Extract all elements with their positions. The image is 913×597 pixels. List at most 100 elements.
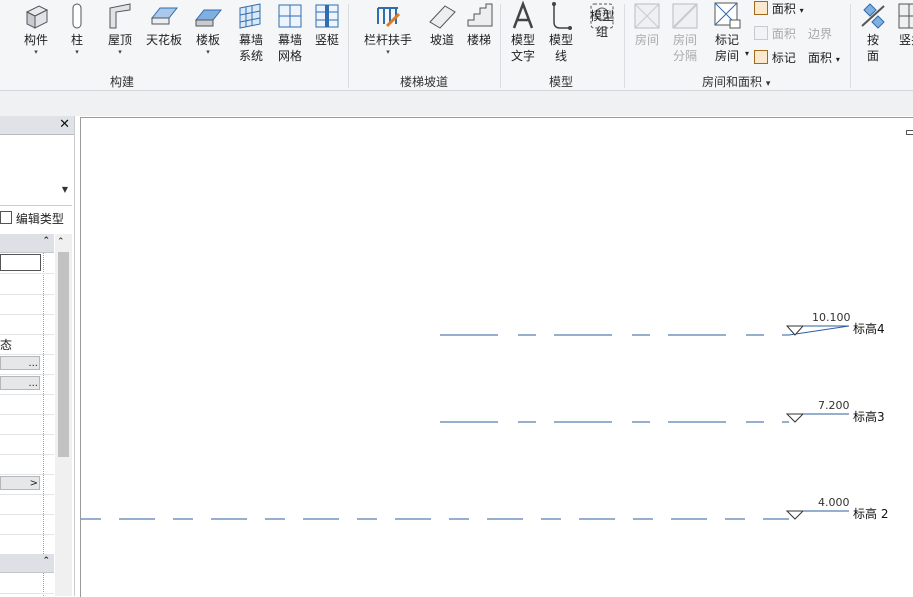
collapse-icon[interactable]: ⌃ bbox=[42, 236, 50, 246]
ceiling-label: 天花板 bbox=[145, 33, 182, 47]
property-input[interactable] bbox=[0, 254, 41, 271]
component-button[interactable]: 构件 ▾ bbox=[16, 0, 56, 56]
roof-label: 屋顶 bbox=[107, 33, 132, 47]
area-tag-button[interactable]: 面积 ▾ bbox=[808, 50, 840, 68]
group-build-label: 构建 bbox=[110, 75, 135, 89]
railing-label: 栏杆扶手 bbox=[363, 33, 412, 47]
area-disabled-button[interactable]: 面积 bbox=[754, 26, 796, 42]
property-row[interactable]: ... bbox=[0, 374, 54, 395]
curtain-grid-button[interactable]: 幕墙 网格 bbox=[272, 0, 308, 64]
level-name[interactable]: 标高4 bbox=[853, 320, 885, 337]
level-line-3[interactable] bbox=[440, 413, 849, 423]
properties-title-bar[interactable]: ✕ bbox=[0, 116, 74, 135]
floor-button[interactable]: 楼板 ▾ bbox=[190, 0, 226, 56]
roof-button[interactable]: 屋顶 ▾ bbox=[102, 0, 138, 56]
properties-scrollbar[interactable]: ⌃ bbox=[55, 234, 72, 596]
edit-type-button[interactable]: 编辑类型 bbox=[0, 210, 64, 227]
shaft-button[interactable]: 竖井 bbox=[896, 0, 913, 48]
column-button[interactable]: 柱 ▾ bbox=[62, 0, 92, 56]
by-face-label2: 面 bbox=[866, 49, 879, 63]
chevron-down-icon: ▾ bbox=[835, 55, 840, 64]
curtain-system-label2: 系统 bbox=[238, 49, 263, 63]
collapse-icon[interactable]: ⌃ bbox=[42, 556, 50, 566]
property-row[interactable] bbox=[0, 394, 54, 415]
properties-section-header[interactable]: ⌃ bbox=[0, 234, 54, 253]
property-row[interactable] bbox=[0, 534, 54, 555]
view-control-mark[interactable] bbox=[906, 130, 913, 135]
level-name[interactable]: 标高3 bbox=[853, 408, 885, 425]
ramp-label: 坡道 bbox=[429, 33, 454, 47]
railing-button[interactable]: 栏杆扶手 ▾ bbox=[360, 0, 416, 56]
property-edit-button[interactable]: ... bbox=[0, 376, 40, 390]
close-icon[interactable]: ✕ bbox=[59, 116, 70, 134]
property-row[interactable] bbox=[0, 434, 54, 455]
model-text-button[interactable]: 模型 文字 bbox=[505, 0, 541, 64]
shaft-label: 竖井 bbox=[898, 33, 913, 47]
property-edit-button[interactable]: ... bbox=[0, 356, 40, 370]
property-row[interactable] bbox=[0, 414, 54, 435]
room-button[interactable]: 房间 bbox=[630, 0, 664, 48]
property-row[interactable]: > bbox=[0, 474, 54, 495]
room-separator-button[interactable]: 房间 分隔 bbox=[668, 0, 702, 64]
properties-section-header[interactable]: ⌃ bbox=[0, 554, 54, 573]
level-line-2[interactable] bbox=[81, 510, 849, 520]
model-line-button[interactable]: 模型 线 bbox=[544, 0, 578, 64]
ramp-button[interactable]: 坡道 bbox=[426, 0, 458, 48]
model-group-button[interactable]: 模型 组 bbox=[584, 0, 620, 40]
property-row[interactable] bbox=[0, 494, 54, 515]
ceiling-button[interactable]: 天花板 bbox=[144, 0, 184, 48]
chevron-down-icon: ▾ bbox=[75, 48, 79, 56]
level-line-4[interactable] bbox=[440, 325, 850, 336]
property-row[interactable] bbox=[0, 454, 54, 475]
floor-label: 楼板 bbox=[195, 33, 220, 47]
group-separator bbox=[500, 4, 501, 88]
curtain-system-button[interactable]: 幕墙 系统 bbox=[233, 0, 269, 64]
chevron-down-icon: ▾ bbox=[765, 79, 771, 89]
area-button[interactable]: 面积 ▾ bbox=[754, 1, 804, 19]
area-boundary-button[interactable]: 边界 bbox=[808, 26, 832, 42]
level-elevation[interactable]: 10.100 bbox=[812, 311, 851, 324]
type-selector[interactable]: ▼ bbox=[0, 135, 72, 206]
level-elevation[interactable]: 7.200 bbox=[818, 399, 850, 412]
properties-palette: ✕ ▼ 编辑类型 ⌃ 态 ... ... > ⌃ ⌃ bbox=[0, 116, 75, 596]
curtain-grid-label: 幕墙 bbox=[277, 33, 302, 47]
property-row[interactable]: 态 bbox=[0, 334, 54, 355]
drawing-canvas[interactable]: 10.100 标高4 7.200 标高3 4.000 标高 2 bbox=[80, 117, 913, 597]
level-lines-drawing bbox=[81, 325, 850, 520]
tag-button[interactable]: 标记 bbox=[754, 50, 796, 66]
mullion-button[interactable]: 竖梃 bbox=[311, 0, 343, 48]
property-row[interactable] bbox=[0, 573, 54, 594]
group-circulation-label: 楼梯坡道 bbox=[400, 75, 449, 89]
room-separator-icon bbox=[672, 3, 698, 29]
area-disabled-label: 面积 bbox=[771, 27, 796, 41]
property-row[interactable] bbox=[0, 274, 54, 295]
group-room-label[interactable]: 房间和面积 ▾ bbox=[702, 73, 770, 90]
curtain-system-icon bbox=[239, 3, 261, 29]
property-row[interactable] bbox=[0, 514, 54, 535]
shaft-icon bbox=[898, 3, 913, 29]
tag-label: 标记 bbox=[771, 51, 796, 65]
scroll-up-icon[interactable]: ⌃ bbox=[57, 237, 65, 247]
curtain-grid-label2: 网格 bbox=[277, 49, 302, 63]
curtain-grid-icon bbox=[278, 4, 302, 28]
scrollbar-thumb[interactable] bbox=[58, 252, 69, 457]
level-name[interactable]: 标高 2 bbox=[853, 505, 888, 522]
chevron-down-icon: ▾ bbox=[206, 48, 210, 56]
edit-type-icon bbox=[0, 211, 12, 224]
tag-room-button[interactable]: 标记 房间 bbox=[708, 0, 746, 64]
property-row[interactable] bbox=[0, 294, 54, 315]
property-row[interactable]: ... bbox=[0, 354, 54, 375]
mullion-icon bbox=[315, 4, 339, 28]
chevron-down-icon: ▾ bbox=[799, 6, 804, 15]
level-elevation[interactable]: 4.000 bbox=[818, 496, 850, 509]
tag-room-label: 标记 bbox=[714, 33, 739, 47]
room-separator-label: 房间 bbox=[672, 33, 697, 47]
property-row[interactable] bbox=[0, 253, 54, 274]
chevron-down-icon[interactable]: ▼ bbox=[62, 185, 68, 194]
stair-button[interactable]: 楼梯 bbox=[463, 0, 495, 48]
by-face-button[interactable]: 按 面 bbox=[856, 0, 890, 64]
chevron-down-icon: ▾ bbox=[34, 48, 38, 56]
by-face-label: 按 bbox=[866, 33, 879, 47]
property-row[interactable] bbox=[0, 314, 54, 335]
property-edit-button[interactable]: > bbox=[0, 476, 40, 490]
